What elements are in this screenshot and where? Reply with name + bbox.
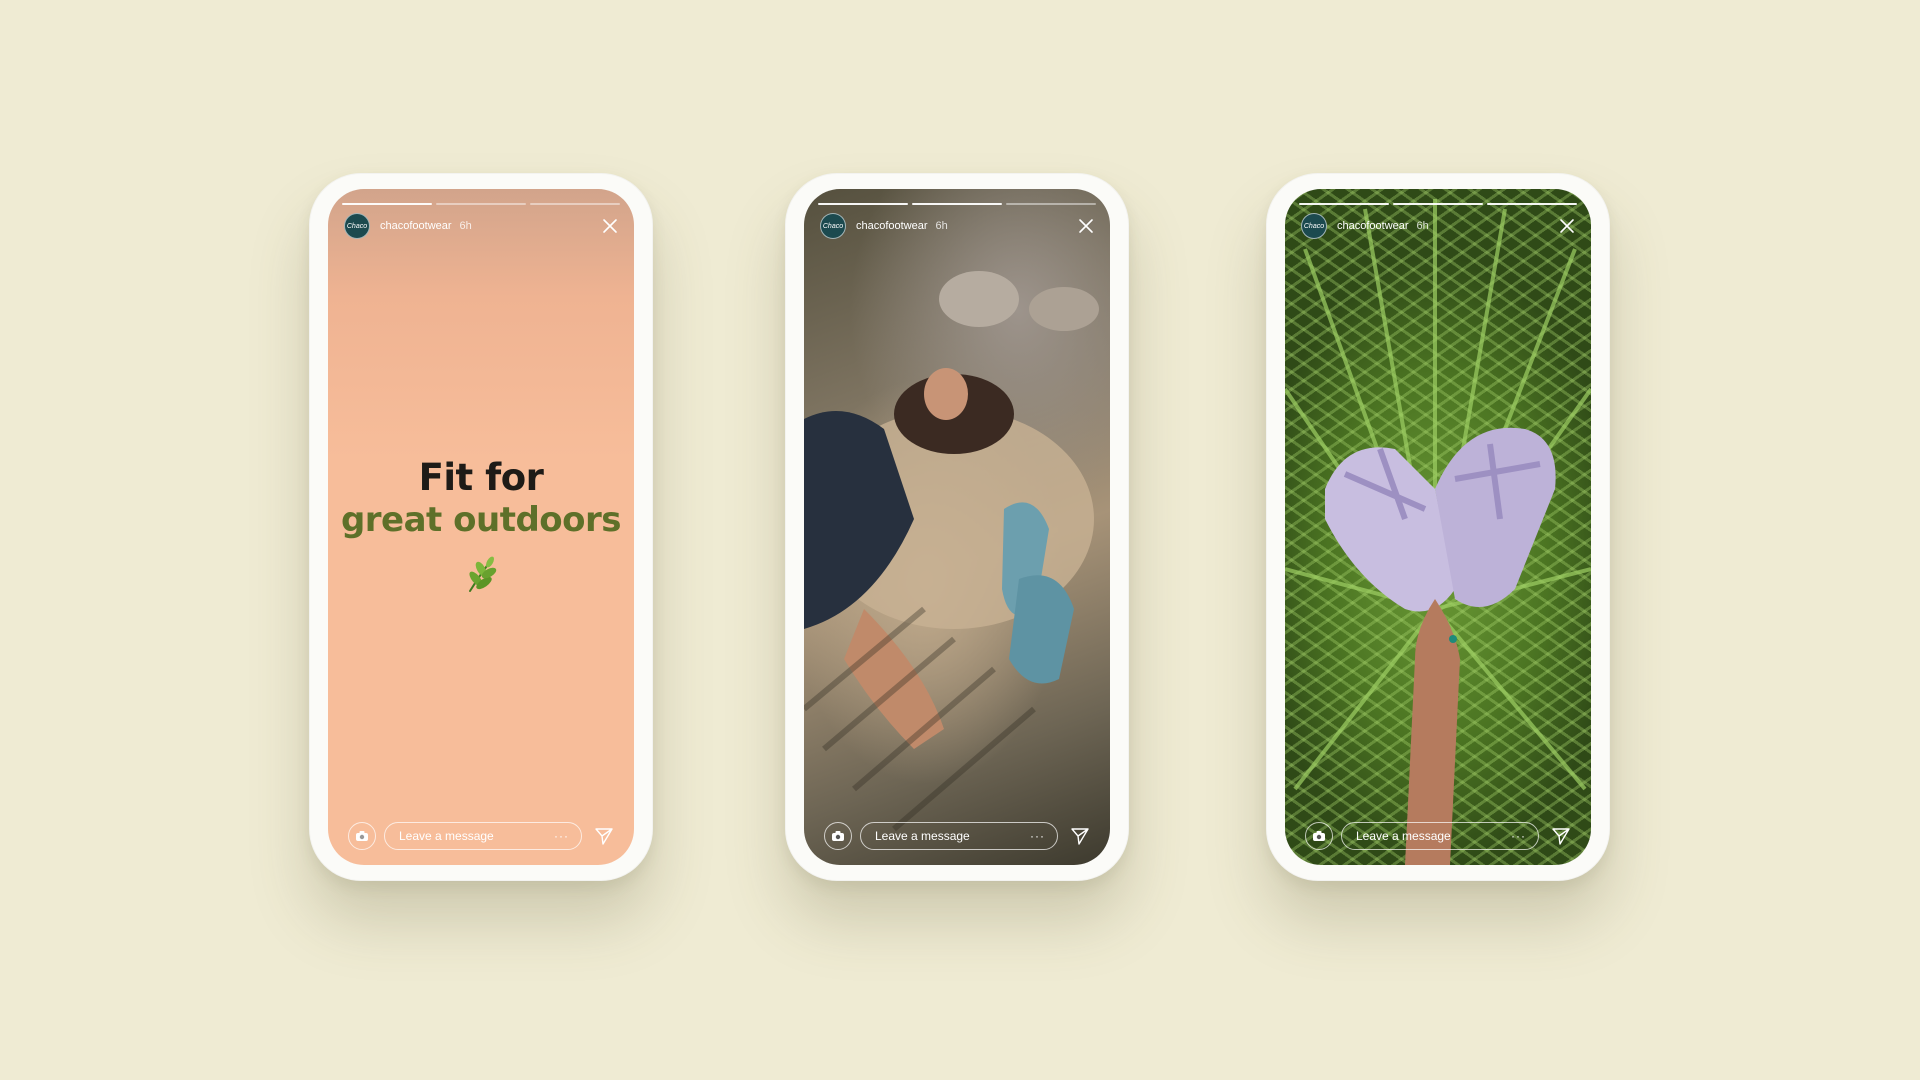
phone-mockup-3: Chaco chacofootwear 6h Leave a message ·… xyxy=(1266,173,1610,881)
more-options-button[interactable]: ··· xyxy=(1030,829,1045,843)
avatar[interactable]: Chaco xyxy=(1301,213,1327,239)
story-footer: Leave a message ··· xyxy=(824,821,1090,851)
headline-line-2: great outdoors xyxy=(340,500,622,540)
progress-segment xyxy=(436,203,526,205)
message-placeholder: Leave a message xyxy=(399,829,494,843)
message-placeholder: Leave a message xyxy=(1356,829,1451,843)
camera-icon xyxy=(1313,831,1325,841)
progress-segment xyxy=(1006,203,1096,205)
avatar-logo: Chaco xyxy=(1303,222,1325,230)
send-icon[interactable] xyxy=(1070,826,1090,846)
story-footer: Leave a message ··· xyxy=(1305,821,1571,851)
message-placeholder: Leave a message xyxy=(875,829,970,843)
story-photo-palm-sandals xyxy=(1285,199,1591,865)
camera-icon xyxy=(832,831,844,841)
phone-mockup-1: Chaco chacofootwear 6h Fit for great out… xyxy=(309,173,653,881)
avatar[interactable]: Chaco xyxy=(820,213,846,239)
story-footer: Leave a message ··· xyxy=(348,821,614,851)
post-time: 6h xyxy=(935,220,948,232)
progress-segment xyxy=(1393,203,1483,205)
close-icon[interactable] xyxy=(602,218,618,234)
progress-segment xyxy=(912,203,1002,205)
more-options-button[interactable]: ··· xyxy=(1511,829,1526,843)
camera-button[interactable] xyxy=(824,822,852,850)
message-input[interactable]: Leave a message ··· xyxy=(860,822,1058,850)
story-header: Chaco chacofootwear 6h xyxy=(344,213,618,239)
avatar[interactable]: Chaco xyxy=(344,213,370,239)
story-screen-1[interactable]: Chaco chacofootwear 6h Fit for great out… xyxy=(328,189,634,865)
story-progress xyxy=(818,203,1096,205)
leaf-icon xyxy=(469,556,497,592)
story-header: Chaco chacofootwear 6h xyxy=(820,213,1094,239)
story-progress xyxy=(342,203,620,205)
close-icon[interactable] xyxy=(1078,218,1094,234)
message-input[interactable]: Leave a message ··· xyxy=(384,822,582,850)
send-icon[interactable] xyxy=(1551,826,1571,846)
story-photo-woman-sandals xyxy=(804,271,1099,832)
post-time: 6h xyxy=(459,220,472,232)
progress-segment xyxy=(1487,203,1577,205)
camera-icon xyxy=(356,831,368,841)
headline-line-1: Fit for xyxy=(418,456,544,499)
progress-segment xyxy=(530,203,620,205)
story-screen-3[interactable]: Chaco chacofootwear 6h Leave a message ·… xyxy=(1285,189,1591,865)
story-header: Chaco chacofootwear 6h xyxy=(1301,213,1575,239)
camera-button[interactable] xyxy=(1305,822,1333,850)
username[interactable]: chacofootwear xyxy=(380,220,452,232)
story-headline: Fit for great outdoors xyxy=(328,457,634,595)
phone-mockup-2: Chaco chacofootwear 6h Leave a message ·… xyxy=(785,173,1129,881)
message-input[interactable]: Leave a message ··· xyxy=(1341,822,1539,850)
avatar-logo: Chaco xyxy=(822,222,844,230)
progress-segment xyxy=(1299,203,1389,205)
story-screen-2[interactable]: Chaco chacofootwear 6h Leave a message ·… xyxy=(804,189,1110,865)
avatar-logo: Chaco xyxy=(346,222,368,230)
story-progress xyxy=(1299,203,1577,205)
progress-segment xyxy=(818,203,908,205)
camera-button[interactable] xyxy=(348,822,376,850)
username[interactable]: chacofootwear xyxy=(856,220,928,232)
more-options-button[interactable]: ··· xyxy=(554,829,569,843)
username[interactable]: chacofootwear xyxy=(1337,220,1409,232)
send-icon[interactable] xyxy=(594,826,614,846)
progress-segment xyxy=(342,203,432,205)
close-icon[interactable] xyxy=(1559,218,1575,234)
post-time: 6h xyxy=(1416,220,1429,232)
